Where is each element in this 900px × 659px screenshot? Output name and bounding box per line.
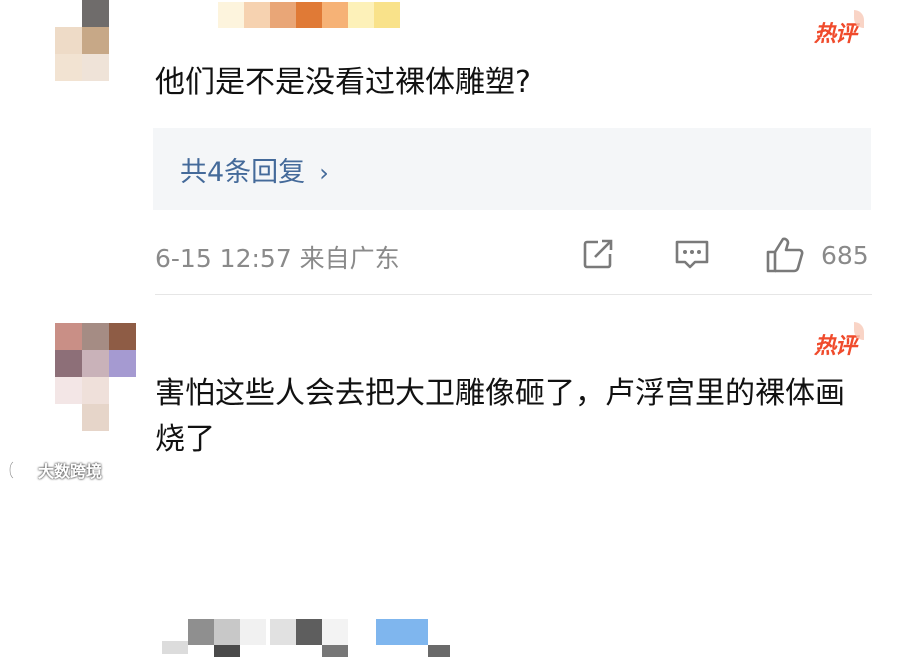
timestamp-location: 6-15 12:57 来自广东 [155,244,400,273]
thumbs-up-icon [766,237,804,273]
watermark-text: 大数跨境 [38,462,103,481]
chevron-right-icon: › [319,159,329,187]
like-count: 685 [821,240,869,270]
hot-comment-badge: 热评 [814,322,865,360]
comment-item: 热评 害怕这些人会去把大卫雕像砸了，卢浮宫里的裸体画烧了 [0,296,900,657]
replies-panel: 共4条回复 › [153,128,871,210]
username[interactable] [218,2,400,28]
replies-label: 共4条回复 [180,157,306,188]
comment-text: 他们是不是没看过裸体雕塑? [155,65,531,100]
reply-icon [675,240,709,269]
avatar[interactable] [55,323,136,431]
comment-meta: 6-15 12:57 来自广东 685 [155,236,875,276]
watermark-logo-icon [8,461,34,479]
avatar[interactable] [55,0,109,81]
view-replies-link[interactable]: 共4条回复 › [180,150,329,189]
watermark: 大数跨境 [8,458,102,482]
reply-button[interactable] [673,236,711,276]
like-button[interactable]: 685 [765,236,869,274]
share-icon [583,239,613,269]
hot-comment-badge: 热评 [814,10,865,48]
share-button[interactable] [580,236,616,276]
comment-item: 热评 他们是不是没看过裸体雕塑? 共4条回复 › 6-15 12:57 来自广东 [0,0,900,295]
divider [155,294,872,295]
username[interactable] [162,619,452,659]
comment-text: 害怕这些人会去把大卫雕像砸了，卢浮宫里的裸体画烧了 [155,376,845,457]
